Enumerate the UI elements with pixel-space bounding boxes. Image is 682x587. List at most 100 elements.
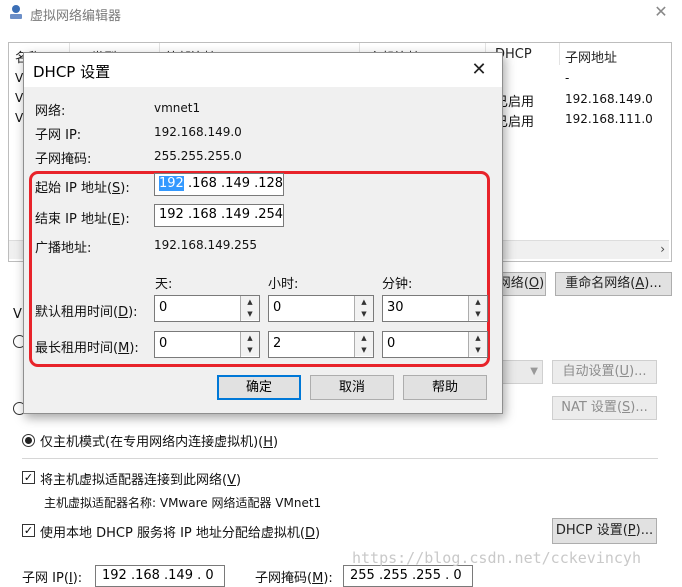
start-ip-key: S [112,181,121,196]
stepper-buttons: ▲ ▼ [354,332,373,357]
help-button[interactable]: 帮助 [403,375,487,400]
end-ip-text: 结束 IP 地址 [35,212,107,227]
connect-adapter-text: 将主机虚拟适配器连接到此网络 [40,473,223,488]
start-ip-rest: .168 .149 .128 [183,176,284,191]
network-label: 网络: [35,104,66,119]
column-separator [559,43,560,65]
dialog-close-icon[interactable]: ✕ [467,58,491,82]
subnet-mask-value: 255.255.255.0 [154,149,242,163]
start-ip-input[interactable]: 192 .168 .149 .128 [154,173,284,196]
dhcp-settings-button[interactable]: DHCP 设置(P)... [552,518,657,544]
host-only-key: H [263,435,274,450]
host-only-label[interactable]: 仅主机模式(在专用网络内连接虚拟机)(H) [40,431,278,450]
bridge-adapter-dropdown[interactable]: ▼ [501,360,543,384]
max-lease-days-value: 0 [159,336,168,351]
stepper-buttons: ▲ ▼ [240,332,259,357]
row-subnet: - [565,71,570,85]
use-dhcp-label[interactable]: 使用本地 DHCP 服务将 IP 地址分配给虚拟机(D) [40,522,320,541]
divider [22,458,658,459]
minutes-column-label: 分钟: [382,277,413,292]
subnet-mask-input[interactable]: 255 .255 .255 . 0 [343,565,473,587]
row-name: V [15,111,24,125]
spin-down-icon[interactable]: ▼ [355,344,373,356]
subnet-mask-text: 子网掩码 [255,571,308,586]
stepper-buttons: ▲ ▼ [468,332,487,357]
spin-down-icon[interactable]: ▼ [469,344,487,356]
dhcp-settings-dialog: DHCP 设置 ✕ 网络: vmnet1 子网 IP: 192.168.149.… [23,52,503,414]
row-name: V [15,91,24,105]
rename-network-button[interactable]: 重命名网络(A)... [555,272,672,296]
subnet-ip-key: I [68,571,73,586]
subnet-mask-label: 子网掩码: [35,152,92,167]
max-lease-hours-stepper[interactable]: 2 ▲ ▼ [268,331,374,358]
network-editor-icon [10,5,22,19]
network-value: vmnet1 [154,101,201,115]
spin-down-icon[interactable]: ▼ [241,308,259,320]
default-lease-days-stepper[interactable]: 0 ▲ ▼ [154,295,260,322]
nat-settings-button[interactable]: NAT 设置(S)... [552,396,657,420]
use-dhcp-key: D [304,526,315,541]
row-name: V [15,71,24,85]
adapter-name-label: 主机虚拟适配器名称: VMware 网络适配器 VMnet1 [44,496,322,510]
broadcast-label: 广播地址: [35,241,92,256]
stepper-buttons: ▲ ▼ [354,296,373,321]
host-only-text: 仅主机模式(在专用网络内连接虚拟机) [40,435,259,450]
dialog-title: DHCP 设置 [33,63,111,81]
auto-settings-key: U [619,364,630,379]
table-header-subnet[interactable]: 子网地址 [565,47,617,66]
default-lease-hours-value: 0 [273,300,282,315]
connect-adapter-checkbox[interactable]: ✓ [22,471,35,484]
subnet-ip-value: 192.168.149.0 [154,125,242,139]
spin-down-icon[interactable]: ▼ [241,344,259,356]
row-subnet: 192.168.149.0 [565,92,653,106]
scroll-right-icon[interactable]: › [660,242,665,256]
subnet-ip-text: 子网 IP [22,571,64,586]
nat-settings-label: NAT 设置 [561,400,617,415]
cancel-button[interactable]: 取消 [310,375,394,400]
dhcp-settings-label: DHCP 设置 [555,523,623,538]
start-ip-text: 起始 IP 地址 [35,181,107,196]
broadcast-value: 192.168.149.255 [154,238,258,252]
subnet-ip-label: 子网 IP: [35,128,82,143]
vmnet-info-label-fragment: V [13,307,22,322]
end-ip-label: 结束 IP 地址(E): [35,212,130,227]
spin-down-icon[interactable]: ▼ [469,308,487,320]
close-icon[interactable]: ✕ [650,2,672,22]
row-subnet: 192.168.111.0 [565,112,653,126]
default-lease-label: 默认租用时间(D): [35,305,138,320]
default-lease-minutes-stepper[interactable]: 30 ▲ ▼ [382,295,488,322]
stepper-buttons: ▲ ▼ [240,296,259,321]
auto-settings-button[interactable]: 自动设置(U)... [552,360,657,384]
start-ip-selected-octet: 192 [159,176,184,191]
window-title: 虚拟网络编辑器 [30,9,122,24]
rename-network-key: A [635,276,645,291]
subnet-ip-label: 子网 IP(I): [22,571,83,586]
nat-settings-key: S [622,400,631,415]
hours-column-label: 小时: [268,277,299,292]
default-lease-hours-stepper[interactable]: 0 ▲ ▼ [268,295,374,322]
default-lease-minutes-value: 30 [387,300,404,315]
days-column-label: 天: [155,277,173,292]
max-lease-minutes-stepper[interactable]: 0 ▲ ▼ [382,331,488,358]
spin-down-icon[interactable]: ▼ [355,308,373,320]
max-lease-days-stepper[interactable]: 0 ▲ ▼ [154,331,260,358]
max-lease-label: 最长租用时间(M): [35,341,139,356]
subnet-mask-key: M [312,571,324,586]
end-ip-input[interactable]: 192 .168 .149 .254 [154,204,284,227]
default-lease-text: 默认租用时间 [35,305,114,320]
max-lease-text: 最长租用时间 [35,341,114,356]
chevron-down-icon: ▼ [530,366,538,377]
connect-adapter-label[interactable]: 将主机虚拟适配器连接到此网络(V) [40,469,241,488]
start-ip-label: 起始 IP 地址(S): [35,181,130,196]
subnet-ip-input[interactable]: 192 .168 .149 . 0 [95,565,225,587]
ok-button[interactable]: 确定 [217,375,301,400]
max-lease-hours-value: 2 [273,336,282,351]
use-dhcp-checkbox[interactable]: ✓ [22,524,35,537]
stepper-buttons: ▲ ▼ [468,296,487,321]
remove-network-key: O [528,276,540,291]
default-lease-days-value: 0 [159,300,168,315]
subnet-mask-label: 子网掩码(M): [255,571,333,586]
max-lease-minutes-value: 0 [387,336,396,351]
host-only-radio[interactable] [22,434,35,447]
connect-adapter-key: V [227,473,236,488]
